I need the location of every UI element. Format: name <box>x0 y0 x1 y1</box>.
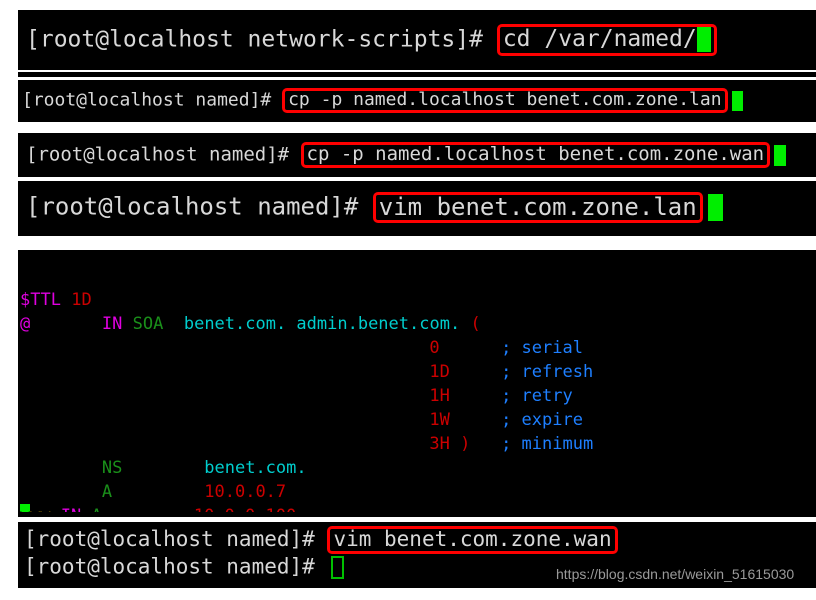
zonefile-token: 10.0.0.7 <box>204 482 287 502</box>
zonefile-line: A 10.0.0.7 <box>18 480 816 504</box>
zonefile-token <box>450 386 501 406</box>
zonefile-token: ; retry <box>501 386 573 406</box>
annotation-box-command: vim benet.com.zone.wan <box>327 526 618 554</box>
zonefile-token: benet.com. admin.benet.com. <box>183 314 461 334</box>
zonefile-token <box>20 482 102 502</box>
zonefile-line: 1D ; refresh <box>18 360 816 384</box>
cursor-block-icon <box>707 194 723 221</box>
cursor-block-icon <box>774 144 787 166</box>
zonefile-token: ; minimum <box>501 434 594 454</box>
annotation-box-command: cp -p named.localhost benet.com.zone.lan <box>282 88 728 113</box>
zonefile-line: NS benet.com. <box>18 456 816 480</box>
zonefile-token: ( <box>470 314 481 334</box>
zonefile-token <box>20 362 429 382</box>
cursor-hollow-icon <box>331 556 345 579</box>
zonefile-token: 1D <box>71 290 92 310</box>
zonefile-line: 1H ; retry <box>18 384 816 408</box>
zonefile-token <box>20 338 429 358</box>
zonefile-line: @ IN SOA benet.com. admin.benet.com. ( <box>18 312 816 336</box>
terminal-panel-cp-wan: [root@localhost named]# cp -p named.loca… <box>18 133 816 177</box>
zonefile-token <box>20 410 429 430</box>
vim-editor-zonefile[interactable]: $TTL 1D @ IN SOA benet.com. admin.benet.c… <box>18 250 816 512</box>
shell-prompt: [root@localhost named]# <box>26 143 301 166</box>
zonefile-token <box>122 458 204 478</box>
zonefile-token <box>450 410 501 430</box>
annotation-box-command: vim benet.com.zone.lan <box>372 192 703 223</box>
zonefile-token: ; expire <box>501 410 583 430</box>
zonefile-token <box>61 290 71 310</box>
annotation-box-command: cd /var/named/ <box>496 24 717 56</box>
zonefile-line: 0 ; serial <box>18 336 816 360</box>
watermark-text: https://blog.csdn.net/weixin_51615030 <box>556 566 795 582</box>
cursor-block-icon: w <box>20 504 30 512</box>
panel-stub-top <box>18 72 816 77</box>
zonefile-token <box>440 338 501 358</box>
cursor-block-icon <box>696 27 711 52</box>
zonefile-token <box>163 314 183 334</box>
zonefile-token: benet.com. <box>204 458 307 478</box>
command-text: vim benet.com.zone.wan <box>333 527 612 551</box>
terminal-line: [root@localhost network-scripts]# cd /va… <box>26 24 717 56</box>
terminal-panel-vim-lan: [root@localhost named]# vim benet.com.zo… <box>18 181 816 236</box>
command-text: cp -p named.localhost benet.com.zone.lan <box>288 89 722 110</box>
command-text: cd /var/named/ <box>502 26 697 52</box>
zonefile-token <box>450 362 501 382</box>
terminal-line: [root@localhost named]# cp -p named.loca… <box>26 142 787 168</box>
zonefile-token: $TTL <box>20 290 61 310</box>
terminal-line: [root@localhost named]# vim benet.com.zo… <box>24 526 618 554</box>
terminal-line: [root@localhost named]# <box>24 554 345 579</box>
zonefile-token: 0 <box>429 338 440 358</box>
zonefile-token: ; serial <box>501 338 583 358</box>
zonefile-token: SOA <box>132 314 164 334</box>
annotation-box-command: cp -p named.localhost benet.com.zone.wan <box>300 142 771 168</box>
zonefile-token <box>122 314 132 334</box>
zonefile-token <box>20 386 429 406</box>
shell-prompt: [root@localhost named]# <box>22 89 283 111</box>
zonefile-token: 1W <box>429 410 450 430</box>
terminal-line: [root@localhost named]# cp -p named.loca… <box>22 88 743 113</box>
zonefile-token: 3H ) <box>429 434 471 454</box>
zonefile-token <box>20 434 429 454</box>
zonefile-token <box>112 482 204 502</box>
zonefile-line: 3H ) ; minimum <box>18 432 816 456</box>
terminal-panel-cd: [root@localhost network-scripts]# cd /va… <box>18 10 816 70</box>
zonefile-line: 1W ; expire <box>18 408 816 432</box>
terminal-panel-cp-lan: [root@localhost named]# cp -p named.loca… <box>18 80 816 122</box>
zonefile-token: 1H <box>429 386 450 406</box>
zonefile-token <box>470 434 501 454</box>
shell-prompt: [root@localhost named]# <box>24 554 328 579</box>
zonefile-token <box>460 314 470 334</box>
shell-prompt: [root@localhost named]# <box>26 192 373 221</box>
zonefile-token: ; refresh <box>501 362 594 382</box>
zonefile-token: A <box>101 482 113 502</box>
zonefile-token: IN <box>101 314 123 334</box>
zonefile-token: NS <box>101 458 123 478</box>
zonefile-token <box>20 458 102 478</box>
panel-stub-vim-bottom <box>18 512 816 517</box>
zonefile-line: $TTL 1D <box>18 288 816 312</box>
zonefile-line: www IN A 10.0.0.100 <box>18 504 816 512</box>
terminal-line: [root@localhost named]# vim benet.com.zo… <box>26 192 723 223</box>
zonefile-content: $TTL 1D @ IN SOA benet.com. admin.benet.c… <box>18 288 816 512</box>
command-text: cp -p named.localhost benet.com.zone.wan <box>306 143 765 165</box>
shell-prompt: [root@localhost network-scripts]# <box>26 26 497 53</box>
zonefile-token: @ <box>20 314 31 334</box>
cursor-block-icon <box>731 90 743 111</box>
command-text: vim benet.com.zone.lan <box>378 193 697 221</box>
shell-prompt: [root@localhost named]# <box>24 527 328 551</box>
zonefile-token <box>30 314 102 334</box>
zonefile-token: 1D <box>429 362 450 382</box>
